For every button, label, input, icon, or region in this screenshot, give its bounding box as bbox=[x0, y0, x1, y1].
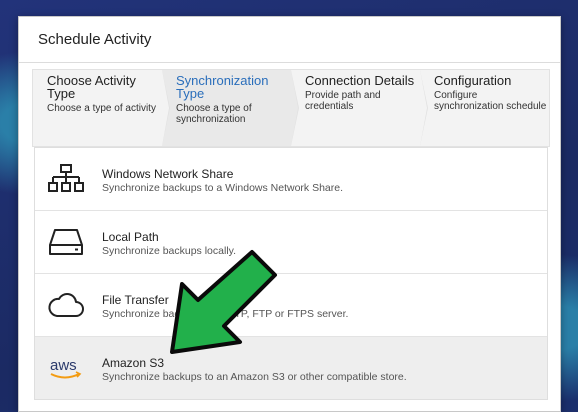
option-description: Synchronize backups to an Amazon S3 or o… bbox=[102, 371, 407, 383]
network-share-icon bbox=[48, 164, 84, 192]
option-windows-network-share[interactable]: Windows Network Share Synchronize backup… bbox=[35, 148, 547, 211]
callout-arrow-icon bbox=[170, 250, 277, 354]
step-title: Choose Activity Type bbox=[47, 73, 136, 101]
aws-logo-text: aws bbox=[50, 357, 77, 374]
option-description: Synchronize backups to a Windows Network… bbox=[102, 182, 344, 194]
option-title: Windows Network Share bbox=[102, 167, 234, 181]
option-title: Amazon S3 bbox=[102, 356, 165, 370]
hard-drive-icon bbox=[49, 229, 83, 255]
step-configuration[interactable]: Configuration Configure synchronization … bbox=[420, 70, 549, 146]
step-title: Synchronization Type bbox=[176, 73, 269, 101]
step-subtitle: Configure synchronization schedule bbox=[434, 90, 547, 112]
step-subtitle: Choose a type of activity bbox=[47, 103, 156, 114]
step-subtitle: Choose a type of synchronization bbox=[176, 103, 252, 125]
dialog-title: Schedule Activity bbox=[38, 31, 152, 48]
step-title: Configuration bbox=[434, 73, 512, 88]
aws-icon: aws bbox=[50, 357, 82, 379]
step-choose-activity-type[interactable]: Choose Activity Type Choose a type of ac… bbox=[33, 70, 170, 146]
option-local-path[interactable]: Local Path Synchronize backups locally. bbox=[35, 211, 547, 274]
step-connection-details[interactable]: Connection Details Provide path and cred… bbox=[291, 70, 428, 146]
sync-type-list: Windows Network Share Synchronize backup… bbox=[34, 147, 548, 400]
step-title: Connection Details bbox=[305, 73, 415, 88]
wizard-steps: Choose Activity Type Choose a type of ac… bbox=[32, 69, 550, 147]
cloud-icon bbox=[48, 293, 84, 317]
step-subtitle: Provide path and credentials bbox=[305, 90, 381, 112]
divider bbox=[19, 62, 560, 63]
option-file-transfer[interactable]: File Transfer Synchronize backups via SF… bbox=[35, 274, 547, 337]
option-amazon-s3[interactable]: aws Amazon S3 Synchronize backups to an … bbox=[35, 337, 547, 399]
schedule-activity-dialog: Schedule Activity Choose Activity Type C… bbox=[18, 16, 561, 412]
option-title: Local Path bbox=[102, 230, 159, 244]
step-synchronization-type[interactable]: Synchronization Type Choose a type of sy… bbox=[162, 70, 299, 146]
option-title: File Transfer bbox=[102, 293, 169, 307]
